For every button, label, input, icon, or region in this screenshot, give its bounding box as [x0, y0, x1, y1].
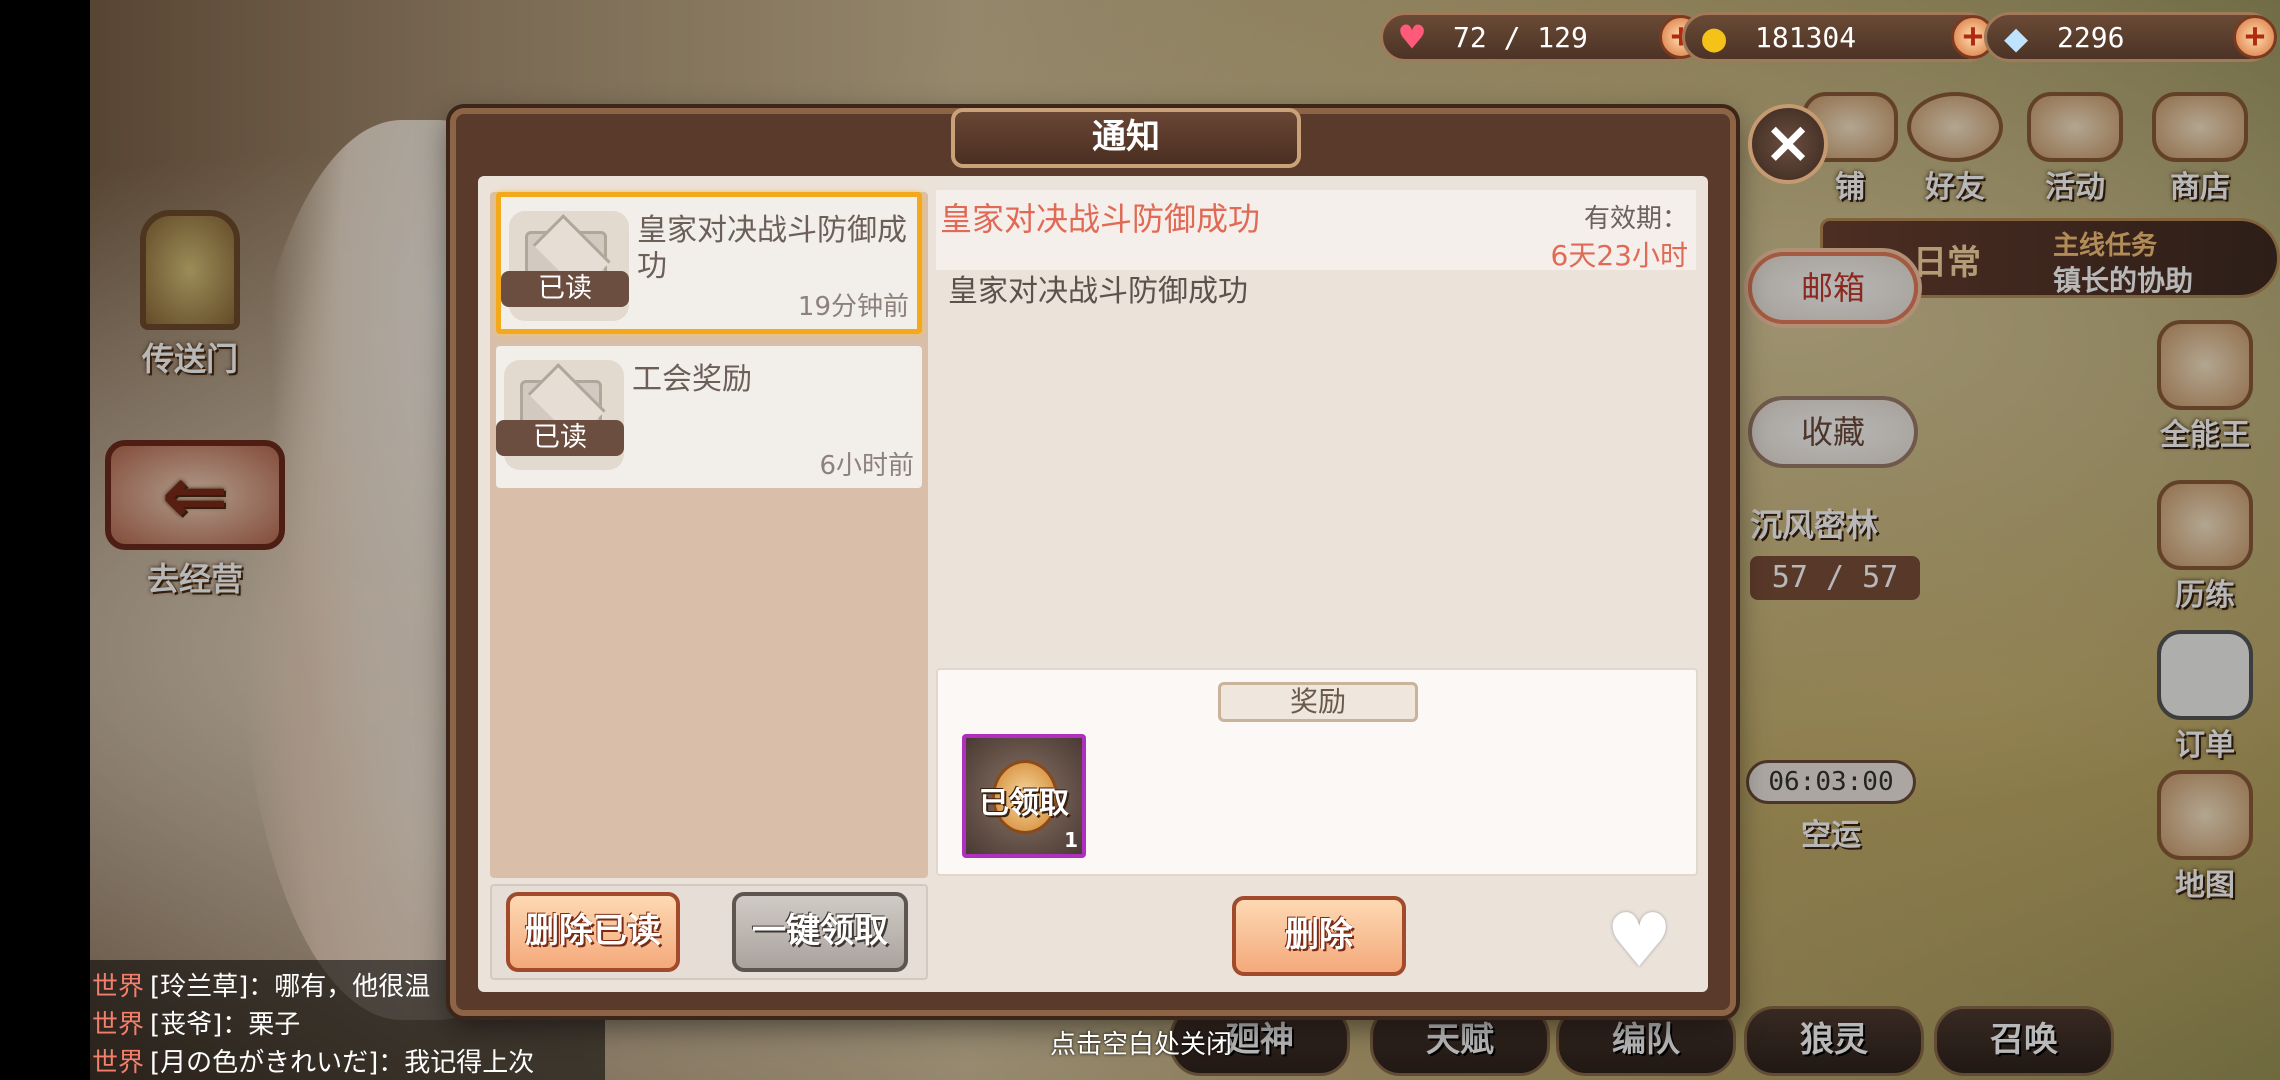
crystal-value: 2296 [2057, 20, 2125, 54]
airship-label: 空运 [1801, 818, 1861, 853]
mail-time: 19分钟前 [797, 292, 909, 322]
go-manage-button[interactable]: ⇐ 去经营 [100, 440, 290, 600]
arrow-left-icon: ⇐ [105, 440, 285, 550]
reward-label: 奖励 [1218, 682, 1418, 722]
tab-mailbox[interactable]: 邮箱 [1748, 252, 1918, 324]
forest-stage[interactable]: 沉风密林 57 / 57 [1750, 500, 1930, 600]
validity-label: 有效期： [1583, 204, 1688, 234]
portal-icon [140, 210, 240, 330]
main-quest-title: 主线任务 [2053, 231, 2158, 261]
store-button[interactable]: 商店 [2140, 92, 2260, 206]
store-label: 商店 [2170, 170, 2230, 205]
chat-channel: 世界 [92, 1048, 145, 1078]
nav-wolf-spirit[interactable]: 狼灵 [1744, 1006, 1924, 1076]
map-button[interactable]: 地图 [2140, 770, 2270, 904]
crystal-icon: ◆ [2003, 15, 2029, 61]
allrounder-button[interactable]: 全能王 [2140, 320, 2270, 454]
gold-coin-icon: ● [1701, 15, 1727, 61]
allrounder-icon [2157, 320, 2253, 410]
star-icon [2027, 92, 2123, 162]
dialog-content: 已读 皇家对决战斗防御成功 19分钟前 已读 工会奖励 6小时前 删除已读 一键… [478, 176, 1708, 992]
mail-item[interactable]: 已读 工会奖励 6小时前 [496, 346, 922, 488]
reward-section: 奖励 已领取 1 [936, 668, 1698, 876]
chat-message: [玲兰草]：哪有，他很温 [150, 972, 431, 1002]
orders-label: 订单 [2175, 728, 2235, 763]
read-badge: 已读 [496, 420, 624, 456]
delete-read-button[interactable]: 删除已读 [506, 892, 680, 972]
mail-detail: 皇家对决战斗防御成功 有效期： 6天23小时 皇家对决战斗防御成功 奖励 已领取… [936, 176, 1708, 992]
nav-formation[interactable]: 编队 [1556, 1006, 1736, 1076]
reward-quantity: 1 [1064, 828, 1078, 852]
map-icon [2157, 770, 2253, 860]
forest-name: 沉风密林 [1750, 506, 1879, 544]
portal-button[interactable]: 传送门 [120, 210, 260, 380]
event-button[interactable]: 活动 [2020, 92, 2130, 206]
go-manage-label: 去经营 [146, 560, 243, 598]
mail-title: 工会奖励 [632, 362, 752, 397]
tab-favorites[interactable]: 收藏 [1748, 396, 1918, 468]
chat-message: [月の色がきれいだ]：我记得上次 [150, 1048, 535, 1078]
validity-value: 6天23小时 [1550, 239, 1688, 272]
close-icon[interactable]: × [1748, 104, 1828, 184]
event-label: 活动 [2045, 170, 2105, 205]
gold-bar: ● 181304 + [1682, 12, 1995, 62]
daily-quest-label: 日常 [1913, 243, 1981, 283]
add-crystal-button[interactable]: + [2233, 15, 2277, 59]
training-label: 历练 [2175, 578, 2235, 613]
favorite-heart-icon[interactable]: ♥ [1606, 904, 1672, 978]
crystal-bar: ◆ 2296 + [1984, 12, 2277, 62]
airship-button[interactable]: 06:03:00 空运 [1746, 760, 1916, 854]
reward-claimed-label: 已领取 [979, 786, 1069, 821]
mail-item[interactable]: 已读 皇家对决战斗防御成功 19分钟前 [496, 192, 922, 334]
nav-summon[interactable]: 召唤 [1934, 1006, 2114, 1076]
dialog-title: 通知 [951, 108, 1301, 168]
stamina-bar: ♥ 72 / 129 + [1380, 12, 1703, 62]
mail-list[interactable]: 已读 皇家对决战斗防御成功 19分钟前 已读 工会奖励 6小时前 [490, 192, 928, 878]
claim-all-button[interactable]: 一键领取 [732, 892, 908, 972]
notification-dialog: 通知 已读 皇家对决战斗防御成功 19分钟前 已读 工会奖励 6小时前 删除已读… [450, 108, 1736, 1016]
gold-value: 181304 [1755, 20, 1857, 54]
swords-icon [2157, 480, 2253, 570]
reward-item[interactable]: 已领取 1 [962, 734, 1086, 858]
friends-icon [1907, 92, 2003, 162]
airship-timer: 06:03:00 [1746, 760, 1916, 804]
mail-body-text: 皇家对决战斗防御成功 [948, 274, 1248, 309]
chat-channel: 世界 [92, 1010, 145, 1040]
delete-button[interactable]: 删除 [1232, 896, 1406, 976]
main-quest-subtitle: 镇长的协助 [2053, 264, 2194, 297]
stamina-value: 72 / 129 [1453, 20, 1588, 54]
forest-count: 57 / 57 [1750, 556, 1920, 600]
portal-label: 传送门 [141, 340, 238, 378]
nav-talent[interactable]: 天赋 [1370, 1006, 1550, 1076]
mail-time: 6小时前 [819, 451, 914, 481]
mail-detail-header: 皇家对决战斗防御成功 有效期： 6天23小时 [936, 190, 1696, 272]
chat-channel: 世界 [92, 972, 145, 1002]
allrounder-label: 全能王 [2160, 418, 2250, 453]
friends-button[interactable]: 好友 [1900, 92, 2010, 206]
clipboard-icon [2157, 630, 2253, 720]
chat-line: 世界 [月の色がきれいだ]：我记得上次 [90, 1044, 605, 1080]
heart-icon: ♥ [1399, 15, 1425, 61]
store-icon [2152, 92, 2248, 162]
friends-label: 好友 [1925, 170, 1985, 205]
mail-title: 皇家对决战斗防御成功 [637, 213, 907, 284]
training-button[interactable]: 历练 [2140, 480, 2270, 614]
orders-button[interactable]: 订单 [2140, 630, 2270, 764]
mail-detail-title: 皇家对决战斗防御成功 [940, 200, 1261, 238]
map-label: 地图 [2175, 868, 2235, 903]
tap-to-close-hint: 点击空白处关闭 [1050, 1030, 1233, 1060]
chat-message: [丧爷]：栗子 [150, 1010, 301, 1040]
read-badge: 已读 [501, 271, 629, 307]
mail-list-actions: 删除已读 一键领取 [490, 884, 928, 980]
